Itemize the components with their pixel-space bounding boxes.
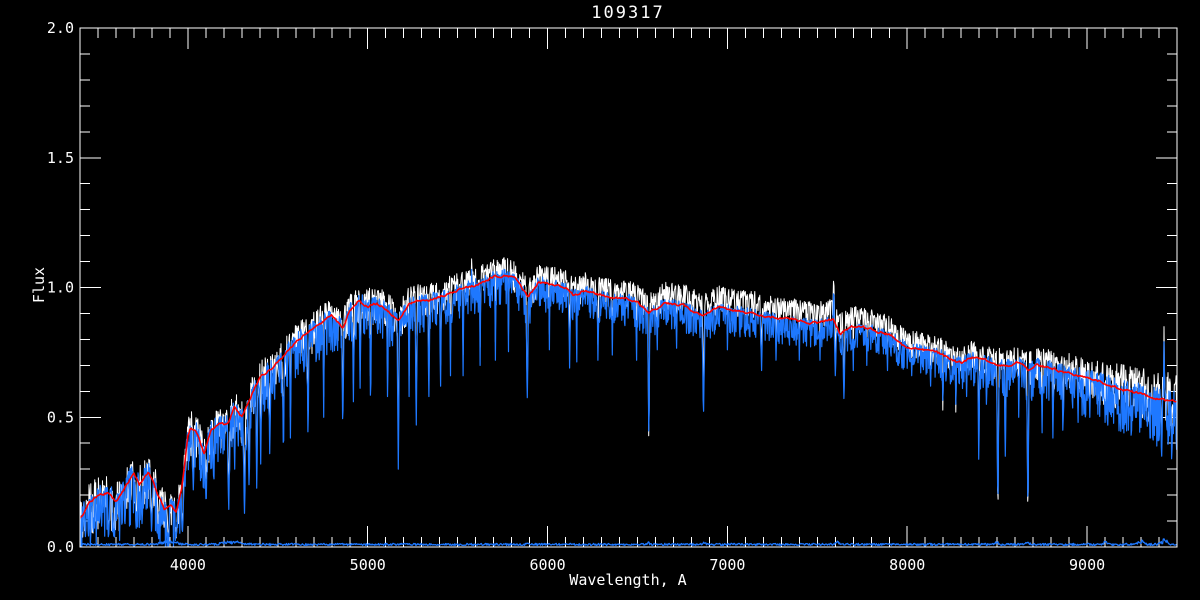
spectrum-chart: 4000 5000 6000 7000 8000 9000 0.0 0.5 1.0 1.5 2.0 [47,19,1178,574]
comparison-spectrum-line [79,268,1178,547]
y-tick-label: 0.5 [47,408,74,426]
y-tick-label: 1.5 [47,149,74,167]
x-tick-label: 9000 [1069,556,1105,574]
x-tick-label: 4000 [170,556,206,574]
x-tick-label: 5000 [350,556,386,574]
x-tick-label: 8000 [889,556,925,574]
y-tick-label: 0.0 [47,538,74,556]
x-axis-title: Wavelength, A [569,571,687,589]
y-tick-label: 2.0 [47,19,74,37]
plot-title: 109317 [591,3,665,23]
x-tick-label: 7000 [709,556,745,574]
y-axis-title: Flux [30,266,48,304]
spectrum-plot-window: 4000 5000 6000 7000 8000 9000 0.0 0.5 1.0 1.5 2.0 … [0,0,1200,600]
noise-floor-line [79,538,1178,547]
x-tick-label: 6000 [530,556,566,574]
y-tick-label: 1.0 [47,279,74,297]
